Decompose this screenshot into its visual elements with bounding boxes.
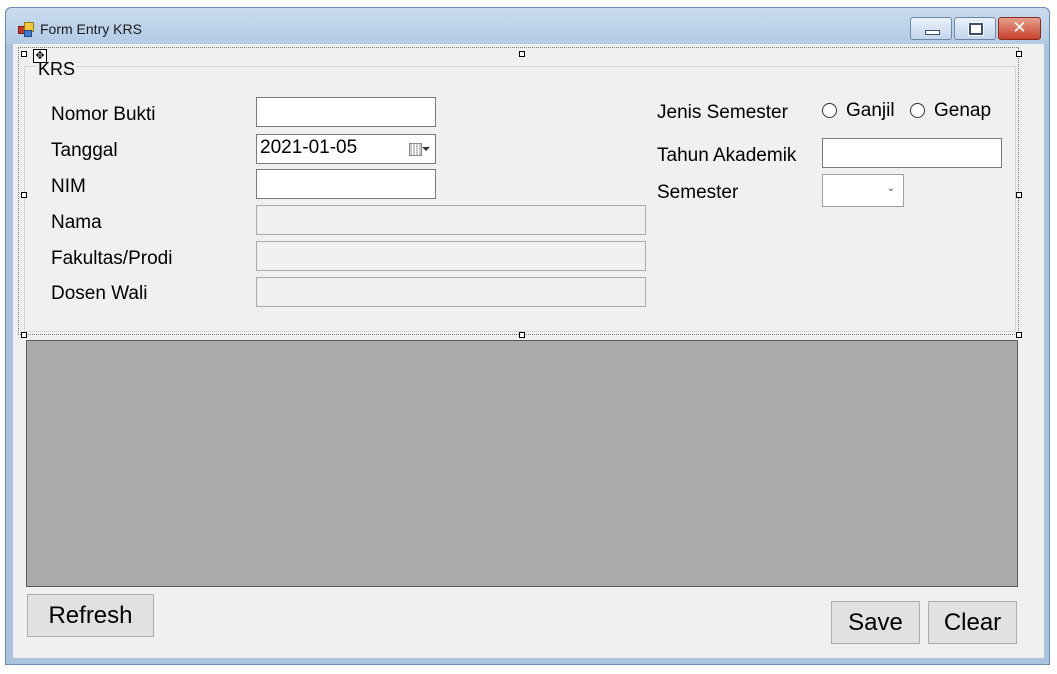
app-icon [18, 22, 34, 37]
minimize-button[interactable] [910, 17, 952, 40]
resize-handle[interactable] [21, 192, 27, 198]
resize-handle[interactable] [1016, 51, 1022, 57]
label-fakultas-prodi: Fakultas/Prodi [51, 248, 173, 269]
radio-ganjil[interactable] [822, 103, 837, 118]
label-nim: NIM [51, 176, 86, 197]
resize-handle[interactable] [519, 51, 525, 57]
refresh-button[interactable]: Refresh [27, 594, 154, 637]
krs-data-grid[interactable] [26, 340, 1018, 587]
radio-genap-label[interactable]: Genap [934, 100, 991, 122]
radio-ganjil-label[interactable]: Ganjil [846, 100, 895, 122]
close-icon: ✕ [1012, 18, 1027, 38]
resize-handle[interactable] [519, 332, 525, 338]
nim-input[interactable] [256, 169, 436, 199]
nama-field[interactable] [256, 205, 646, 235]
clear-button[interactable]: Clear [928, 601, 1017, 644]
radio-genap[interactable] [910, 103, 925, 118]
resize-handle[interactable] [21, 332, 27, 338]
label-nomor-bukti: Nomor Bukti [51, 104, 156, 125]
calendar-dropdown-icon[interactable] [409, 142, 430, 156]
close-button[interactable]: ✕ [998, 17, 1041, 40]
semester-combobox[interactable]: ⌄ [822, 174, 904, 207]
resize-handle[interactable] [21, 51, 27, 57]
nomor-bukti-input[interactable] [256, 97, 436, 127]
tanggal-date-picker[interactable]: 2021-01-05 [256, 134, 436, 164]
title-bar[interactable]: Form Entry KRS ✕ [6, 8, 1049, 44]
maximize-button[interactable] [954, 17, 996, 40]
minimize-icon [925, 30, 940, 35]
move-handle-icon[interactable]: ✥ [33, 49, 47, 63]
fakultas-prodi-field[interactable] [256, 241, 646, 271]
label-dosen-wali: Dosen Wali [51, 283, 148, 304]
save-button[interactable]: Save [831, 601, 920, 644]
tanggal-value: 2021-01-05 [260, 137, 358, 158]
label-tahun-akademik: Tahun Akademik [657, 145, 797, 166]
window-title: Form Entry KRS [40, 21, 142, 37]
tahun-akademik-input[interactable] [822, 138, 1002, 168]
resize-handle[interactable] [1016, 332, 1022, 338]
maximize-icon [968, 22, 984, 36]
label-jenis-semester: Jenis Semester [657, 102, 788, 123]
dosen-wali-field[interactable] [256, 277, 646, 307]
label-nama: Nama [51, 212, 102, 233]
label-tanggal: Tanggal [51, 140, 118, 161]
label-semester: Semester [657, 182, 739, 203]
chevron-down-icon[interactable]: ⌄ [887, 183, 895, 194]
resize-handle[interactable] [1016, 192, 1022, 198]
